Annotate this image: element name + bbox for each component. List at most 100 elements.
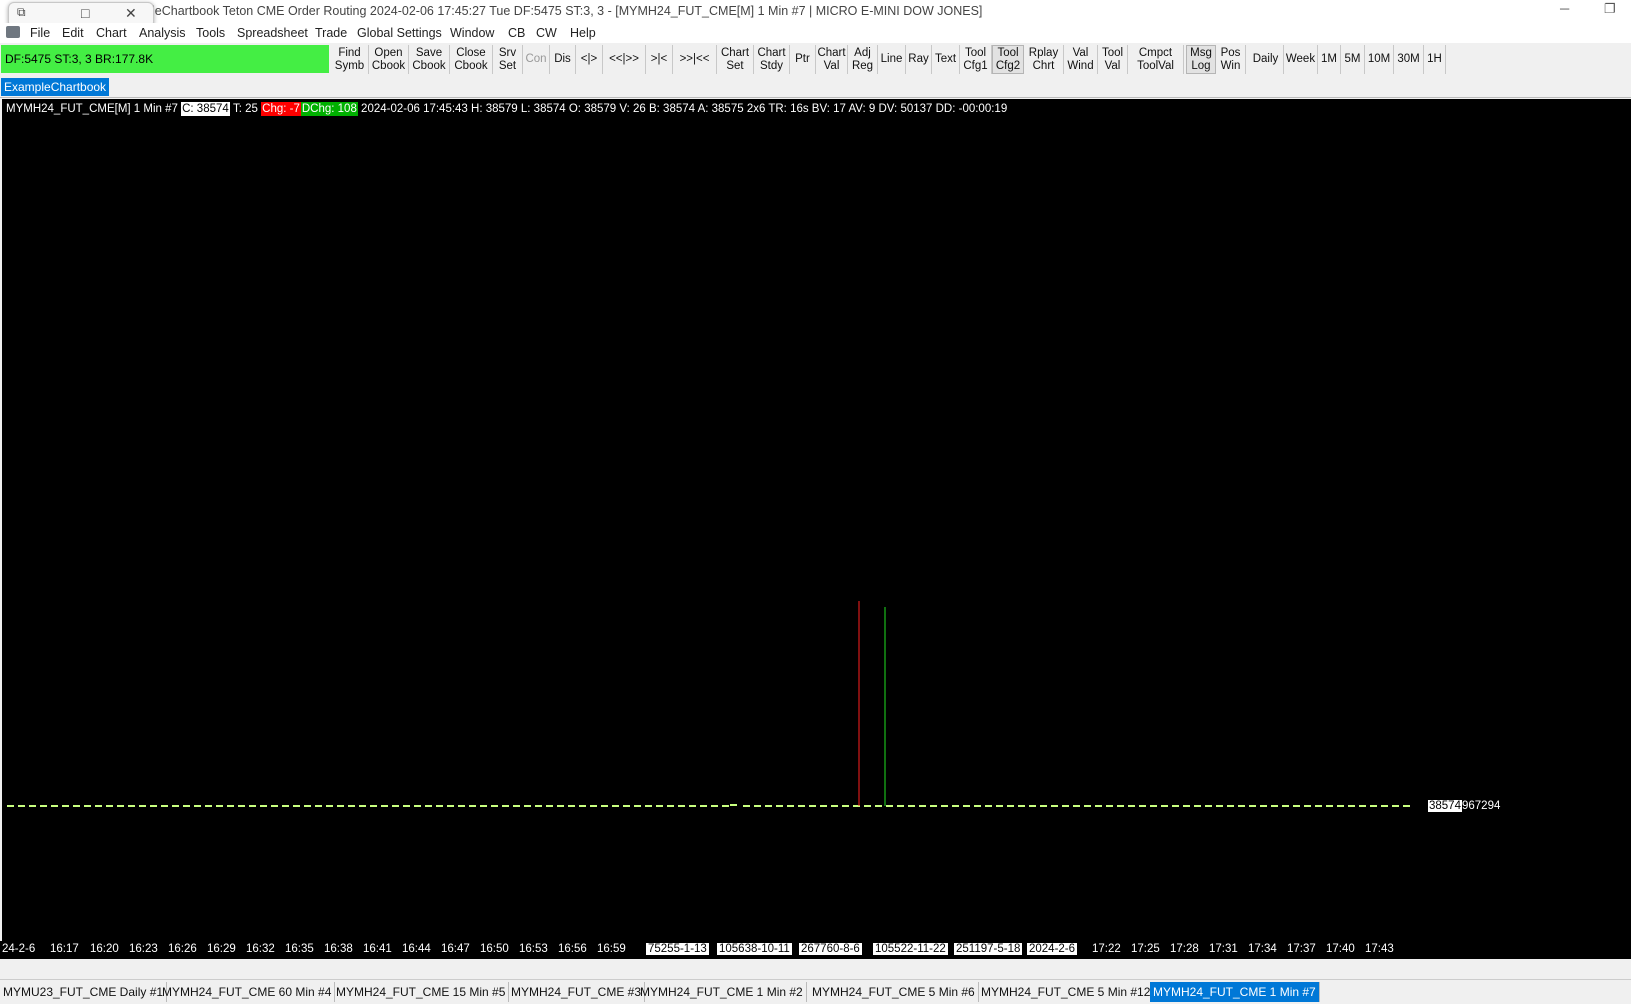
status-box: DF:5475 ST:3, 3 BR:177.8K	[1, 45, 329, 73]
chart-values-button[interactable]: Chart Val	[816, 45, 848, 74]
scroll-center-button[interactable]: <|>	[576, 45, 603, 74]
time-axis-label: 16:20	[90, 943, 119, 955]
chart-tab[interactable]: MYMH24_FUT_CME 1 Min #7	[1150, 982, 1320, 1002]
time-axis-label: 16:44	[402, 943, 431, 955]
chart-tab-bar: MYMU23_FUT_CME Daily #1 MYMH24_FUT_CME 60…	[0, 979, 1631, 1004]
menu-global-settings[interactable]: Global Settings	[357, 26, 442, 40]
tool-values-button[interactable]: Tool Val	[1098, 45, 1128, 74]
connect-button[interactable]: Con	[523, 45, 550, 74]
message-log-button[interactable]: Msg Log	[1186, 45, 1216, 74]
time-axis-label: 16:29	[207, 943, 236, 955]
menu-chart[interactable]: Chart	[96, 26, 127, 40]
chart-footer-spacer	[0, 959, 1631, 979]
5-minute-button[interactable]: 5M	[1341, 45, 1365, 74]
10-minute-button[interactable]: 10M	[1365, 45, 1394, 74]
30-minute-button[interactable]: 30M	[1394, 45, 1424, 74]
menu-spreadsheet[interactable]: Spreadsheet	[237, 26, 308, 40]
time-axis-label: 251197-5-18	[954, 943, 1023, 955]
close-price: C: 38574	[181, 102, 230, 116]
window-title: leChartbook Teton CME Order Routing 2024…	[152, 4, 983, 18]
time-axis-label: 16:23	[129, 943, 158, 955]
time-axis-label: 16:47	[441, 943, 470, 955]
daily-button[interactable]: Daily	[1248, 45, 1284, 74]
1-minute-button[interactable]: 1M	[1318, 45, 1341, 74]
chartbook-tab[interactable]: ExampleChartbook	[1, 78, 110, 96]
chart-tab[interactable]: MYMH24_FUT_CME 5 Min #6	[809, 982, 979, 1002]
tool-config1-button[interactable]: Tool Cfg1	[960, 45, 992, 74]
menu-cw[interactable]: CW	[536, 26, 557, 40]
price-scale[interactable]: 38574967294	[1425, 99, 1631, 941]
time-axis-label: 24-2-6	[2, 943, 36, 955]
positions-window-button[interactable]: Pos Win	[1216, 45, 1246, 74]
tool-config2-button[interactable]: Tool Cfg2	[992, 45, 1024, 74]
time-axis-label: 105638-10-11	[717, 943, 792, 955]
time-axis-label: 17:31	[1209, 943, 1238, 955]
adjust-region-button[interactable]: Adj Reg	[848, 45, 878, 74]
close-icon[interactable]: ✕	[125, 5, 137, 22]
menu-analysis[interactable]: Analysis	[139, 26, 186, 40]
time-axis-label: 267760-8-6	[799, 943, 862, 955]
compact-tool-values-button[interactable]: Cmpct ToolVal	[1128, 45, 1184, 74]
pointer-tool-button[interactable]: Ptr	[790, 45, 816, 74]
maximize-icon[interactable]: □	[81, 5, 89, 21]
time-axis-label: 16:56	[558, 943, 587, 955]
time-axis-label: 16:50	[480, 943, 509, 955]
chart-canvas[interactable]	[2, 99, 1425, 941]
expand-bars-button[interactable]: <<|>>	[603, 45, 646, 74]
chart-area[interactable]: MYMH24_FUT_CME[M] 1 Min #7 C: 38574 T: 2…	[2, 99, 1425, 941]
text-tool-button[interactable]: Text	[932, 45, 960, 74]
chart-tab[interactable]: MYMU23_FUT_CME Daily #1	[0, 982, 168, 1002]
restore-icon[interactable]: ❐	[1604, 1, 1616, 17]
chart-tab[interactable]: MYMH24_FUT_CME 5 Min #12	[978, 982, 1155, 1002]
line-tool-button[interactable]: Line	[878, 45, 906, 74]
menu-help[interactable]: Help	[570, 26, 596, 40]
weekly-button[interactable]: Week	[1284, 45, 1318, 74]
open-chartbook-button[interactable]: Open Cbook	[369, 45, 409, 74]
current-price-suffix: 967294	[1461, 800, 1501, 812]
chart-tab[interactable]: MYMH24_FUT_CME 60 Min #4	[159, 982, 336, 1002]
daily-change: DChg: 108	[300, 102, 358, 116]
1-hour-button[interactable]: 1H	[1424, 45, 1446, 74]
current-price-value: 38574	[1428, 800, 1462, 812]
menu-cb[interactable]: CB	[508, 26, 525, 40]
time-axis[interactable]: 24-2-6 16:17 16:20 16:23 16:26 16:29 16:32 16:3…	[0, 941, 1425, 959]
current-price-label: 38574967294	[1428, 800, 1500, 812]
ray-tool-button[interactable]: Ray	[906, 45, 932, 74]
close-chartbook-button[interactable]: Close Cbook	[450, 45, 493, 74]
time-axis-label: 16:32	[246, 943, 275, 955]
chart-studies-button[interactable]: Chart Stdy	[754, 45, 790, 74]
time-axis-label: 16:59	[597, 943, 626, 955]
disconnect-button[interactable]: Dis	[550, 45, 576, 74]
minimize-icon[interactable]: ─	[1560, 1, 1569, 16]
menu-trade[interactable]: Trade	[315, 26, 347, 40]
server-settings-button[interactable]: Srv Set	[493, 45, 523, 74]
app-menu-icon[interactable]	[6, 26, 20, 38]
tick-count: T: 25	[233, 103, 258, 115]
find-symbol-button[interactable]: Find Symb	[331, 45, 369, 74]
time-axis-label: 2024-2-6	[1027, 943, 1078, 955]
time-axis-label: 16:41	[363, 943, 392, 955]
time-axis-label: 17:40	[1326, 943, 1355, 955]
chart-bar-info: 2024-02-06 17:45:43 H: 38579 L: 38574 O:…	[361, 103, 1008, 115]
menu-tools[interactable]: Tools	[196, 26, 225, 40]
compress-bars-button[interactable]: >|<	[646, 45, 673, 74]
time-axis-label: 17:22	[1092, 943, 1121, 955]
chart-tab[interactable]: MYMH24_FUT_CME #3	[508, 982, 646, 1002]
chart-tab[interactable]: MYMH24_FUT_CME 1 Min #2	[637, 982, 807, 1002]
chart-settings-button[interactable]: Chart Set	[717, 45, 754, 74]
menu-window[interactable]: Window	[450, 26, 494, 40]
chart-tab[interactable]: MYMH24_FUT_CME 15 Min #5	[333, 982, 510, 1002]
compress-more-button[interactable]: >>|<<	[673, 45, 717, 74]
time-axis-label: 17:43	[1365, 943, 1394, 955]
menu-bar: File Edit Chart Analysis Tools Spreadshe…	[0, 23, 1631, 43]
chart-symbol: MYMH24_FUT_CME[M] 1 Min #7	[6, 103, 178, 115]
value-window-button[interactable]: Val Wind	[1064, 45, 1098, 74]
chart-header-line: MYMH24_FUT_CME[M] 1 Min #7 C: 38574 T: 2…	[6, 102, 1007, 116]
snap-layout-icon[interactable]: ⧉	[17, 5, 26, 20]
menu-file[interactable]: File	[30, 26, 50, 40]
time-axis-label: 17:28	[1170, 943, 1199, 955]
control-bar: DF:5475 ST:3, 3 BR:177.8K Find Symb Open…	[0, 43, 1631, 76]
replay-chart-button[interactable]: Rplay Chrt	[1024, 45, 1064, 74]
save-chartbook-button[interactable]: Save Cbook	[409, 45, 450, 74]
menu-edit[interactable]: Edit	[62, 26, 84, 40]
